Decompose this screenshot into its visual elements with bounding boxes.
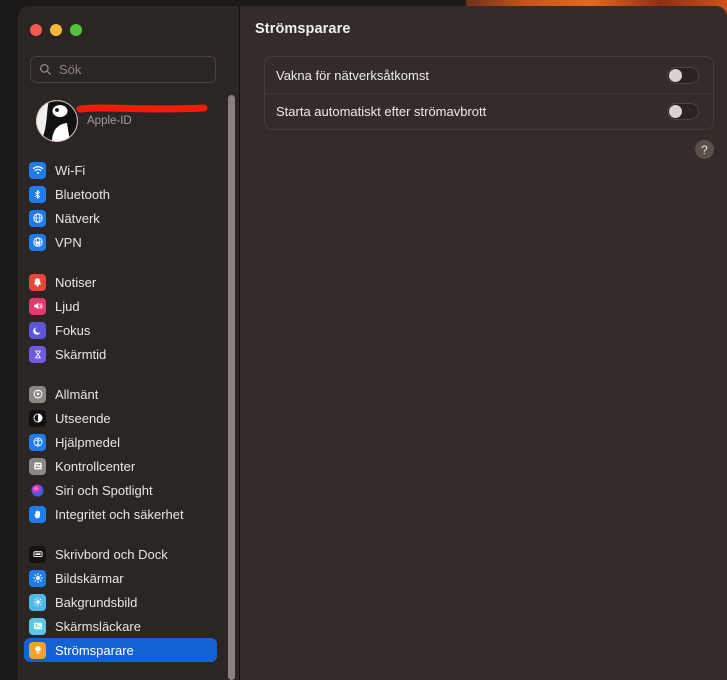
- wifi-icon: [29, 161, 46, 179]
- sidebar-item-label: Allmänt: [55, 386, 99, 402]
- siri-icon: [29, 481, 46, 499]
- desktop-dock-icon: [29, 545, 46, 563]
- control-center-icon: [29, 457, 46, 475]
- zoom-button[interactable]: [70, 24, 82, 36]
- sound-speaker-icon: [29, 297, 46, 315]
- apple-id-account-row[interactable]: Apple-ID: [30, 98, 223, 144]
- sidebar-item-label: Strömsparare: [55, 642, 134, 658]
- sidebar-item-general[interactable]: Allmänt: [24, 382, 217, 406]
- help-button[interactable]: ?: [695, 140, 714, 159]
- sidebar-item-label: Bakgrundsbild: [55, 594, 138, 610]
- sidebar-item-sound[interactable]: Ljud: [24, 294, 217, 318]
- nav-separator: [18, 526, 223, 542]
- system-settings-window: Sök Apple-ID Wi-Fi Bluetooth Nätverk VPN…: [18, 6, 727, 680]
- bluetooth-icon: [29, 185, 46, 203]
- sidebar-item-notifications[interactable]: Notiser: [24, 270, 217, 294]
- sidebar-item-control-center[interactable]: Kontrollcenter: [24, 454, 217, 478]
- start-up-after-power-failure-toggle[interactable]: [667, 103, 699, 120]
- sidebar-item-focus[interactable]: Fokus: [24, 318, 217, 342]
- nav-group-network: Wi-Fi Bluetooth Nätverk VPN: [18, 158, 223, 254]
- sidebar-item-label: Fokus: [55, 322, 91, 338]
- sidebar: Sök Apple-ID Wi-Fi Bluetooth Nätverk VPN…: [18, 6, 239, 680]
- search-icon: [39, 63, 52, 76]
- account-text: Apple-ID: [87, 114, 132, 129]
- sidebar-item-wifi[interactable]: Wi-Fi: [24, 158, 217, 182]
- content-pane: Strömsparare Vakna för nätverksåtkomst S…: [240, 6, 727, 680]
- sidebar-item-displays[interactable]: Bildskärmar: [24, 566, 217, 590]
- sidebar-item-appearance[interactable]: Utseende: [24, 406, 217, 430]
- focus-moon-icon: [29, 321, 46, 339]
- sidebar-item-energy-saver[interactable]: Strömsparare: [24, 638, 217, 662]
- close-button[interactable]: [30, 24, 42, 36]
- sidebar-item-label: Notiser: [55, 274, 97, 290]
- setting-label: Starta automatiskt efter strömavbrott: [276, 104, 487, 119]
- screensaver-icon: [29, 617, 46, 635]
- wallpaper-icon: [29, 593, 46, 611]
- energy-saver-bulb-icon: [29, 641, 46, 659]
- sidebar-item-label: Skärmtid: [55, 346, 107, 362]
- window-traffic-lights: [30, 24, 82, 36]
- general-gear-icon: [29, 385, 46, 403]
- screentime-hourglass-icon: [29, 345, 46, 363]
- notifications-bell-icon: [29, 273, 46, 291]
- sidebar-item-label: Skärmsläckare: [55, 618, 141, 634]
- sidebar-item-label: Hjälpmedel: [55, 434, 121, 450]
- sidebar-item-siri-spotlight[interactable]: Siri och Spotlight: [24, 478, 217, 502]
- sidebar-item-vpn[interactable]: VPN: [24, 230, 217, 254]
- nav-group-display: Skrivbord och Dock Bildskärmar Bakgrunds…: [18, 542, 223, 662]
- toggle-knob: [669, 105, 682, 118]
- sidebar-item-label: Kontrollcenter: [55, 458, 136, 474]
- nav-separator: [18, 366, 223, 382]
- sidebar-item-bluetooth[interactable]: Bluetooth: [24, 182, 217, 206]
- setting-row-wake-for-network-access[interactable]: Vakna för nätverksåtkomst: [265, 57, 713, 93]
- search-input[interactable]: Sök: [59, 62, 81, 77]
- nav-group-alerts: Notiser Ljud Fokus Skärmtid: [18, 270, 223, 366]
- displays-icon: [29, 569, 46, 587]
- search-field[interactable]: Sök: [30, 56, 216, 83]
- sidebar-item-privacy-security[interactable]: Integritet och säkerhet: [24, 502, 217, 526]
- sidebar-item-wallpaper[interactable]: Bakgrundsbild: [24, 590, 217, 614]
- privacy-hand-icon: [29, 505, 46, 523]
- accessibility-icon: [29, 433, 46, 451]
- energy-saver-settings-card: Vakna för nätverksåtkomst Starta automat…: [264, 56, 714, 130]
- sidebar-item-label: Siri och Spotlight: [55, 482, 153, 498]
- sidebar-item-network[interactable]: Nätverk: [24, 206, 217, 230]
- search-field-container: Sök: [30, 56, 216, 83]
- toggle-knob: [669, 68, 682, 82]
- sidebar-item-screensaver[interactable]: Skärmsläckare: [24, 614, 217, 638]
- nav-group-system: Allmänt Utseende Hjälpmedel Kontrollcent…: [18, 382, 223, 526]
- page-title: Strömsparare: [255, 21, 351, 37]
- avatar: [36, 100, 78, 142]
- account-subtitle: Apple-ID: [87, 114, 132, 127]
- nav-separator: [18, 662, 223, 678]
- nav-separator: [18, 254, 223, 270]
- vpn-icon: [29, 233, 46, 251]
- sidebar-item-screentime[interactable]: Skärmtid: [24, 342, 217, 366]
- sidebar-item-label: Wi-Fi: [55, 162, 86, 178]
- sidebar-item-label: VPN: [55, 234, 82, 250]
- sidebar-item-desktop-dock[interactable]: Skrivbord och Dock: [24, 542, 217, 566]
- sidebar-item-label: Integritet och säkerhet: [55, 506, 184, 522]
- minimize-button[interactable]: [50, 24, 62, 36]
- appearance-contrast-icon: [29, 409, 46, 427]
- sidebar-item-label: Bildskärmar: [55, 570, 124, 586]
- setting-label: Vakna för nätverksåtkomst: [276, 67, 429, 83]
- sidebar-scrollbar-thumb[interactable]: [228, 95, 235, 680]
- wake-for-network-access-toggle[interactable]: [667, 66, 699, 84]
- sidebar-item-label: Bluetooth: [55, 186, 110, 202]
- sidebar-item-label: Ljud: [55, 298, 80, 314]
- sidebar-item-label: Utseende: [55, 410, 111, 426]
- sidebar-item-label: Nätverk: [55, 210, 100, 226]
- sidebar-item-accessibility[interactable]: Hjälpmedel: [24, 430, 217, 454]
- network-icon: [29, 209, 46, 227]
- sidebar-item-label: Skrivbord och Dock: [55, 546, 168, 562]
- settings-nav-list: Wi-Fi Bluetooth Nätverk VPN Notiser Ljud…: [18, 158, 223, 680]
- setting-row-start-up-after-power-failure[interactable]: Starta automatiskt efter strömavbrott: [265, 93, 713, 129]
